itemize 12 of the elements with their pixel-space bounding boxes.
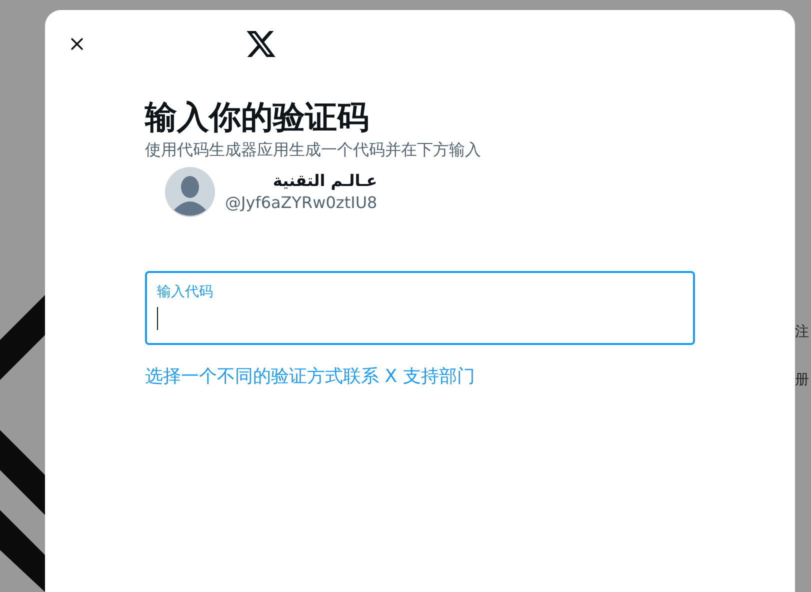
account-handle: @Jyf6aZYRw0ztIU8 (225, 192, 378, 214)
dialog-subtitle: 使用代码生成器应用生成一个代码并在下方输入 (145, 139, 482, 161)
link[interactable]: 联系 X 支持部门 (343, 365, 475, 389)
dialog-title: 输入你的验证码 (145, 97, 370, 137)
background-text: 册 (795, 371, 810, 390)
avatar-icon (165, 167, 215, 217)
account-name: عـالـم التقنية (272, 170, 378, 192)
x-logo-icon (245, 28, 277, 60)
code-input-field[interactable]: 输入代码 (145, 271, 695, 345)
text-cursor-icon (157, 307, 158, 330)
background-text: 注 (795, 323, 810, 342)
link[interactable]: 选择一个不同的验证方式 (145, 365, 343, 389)
